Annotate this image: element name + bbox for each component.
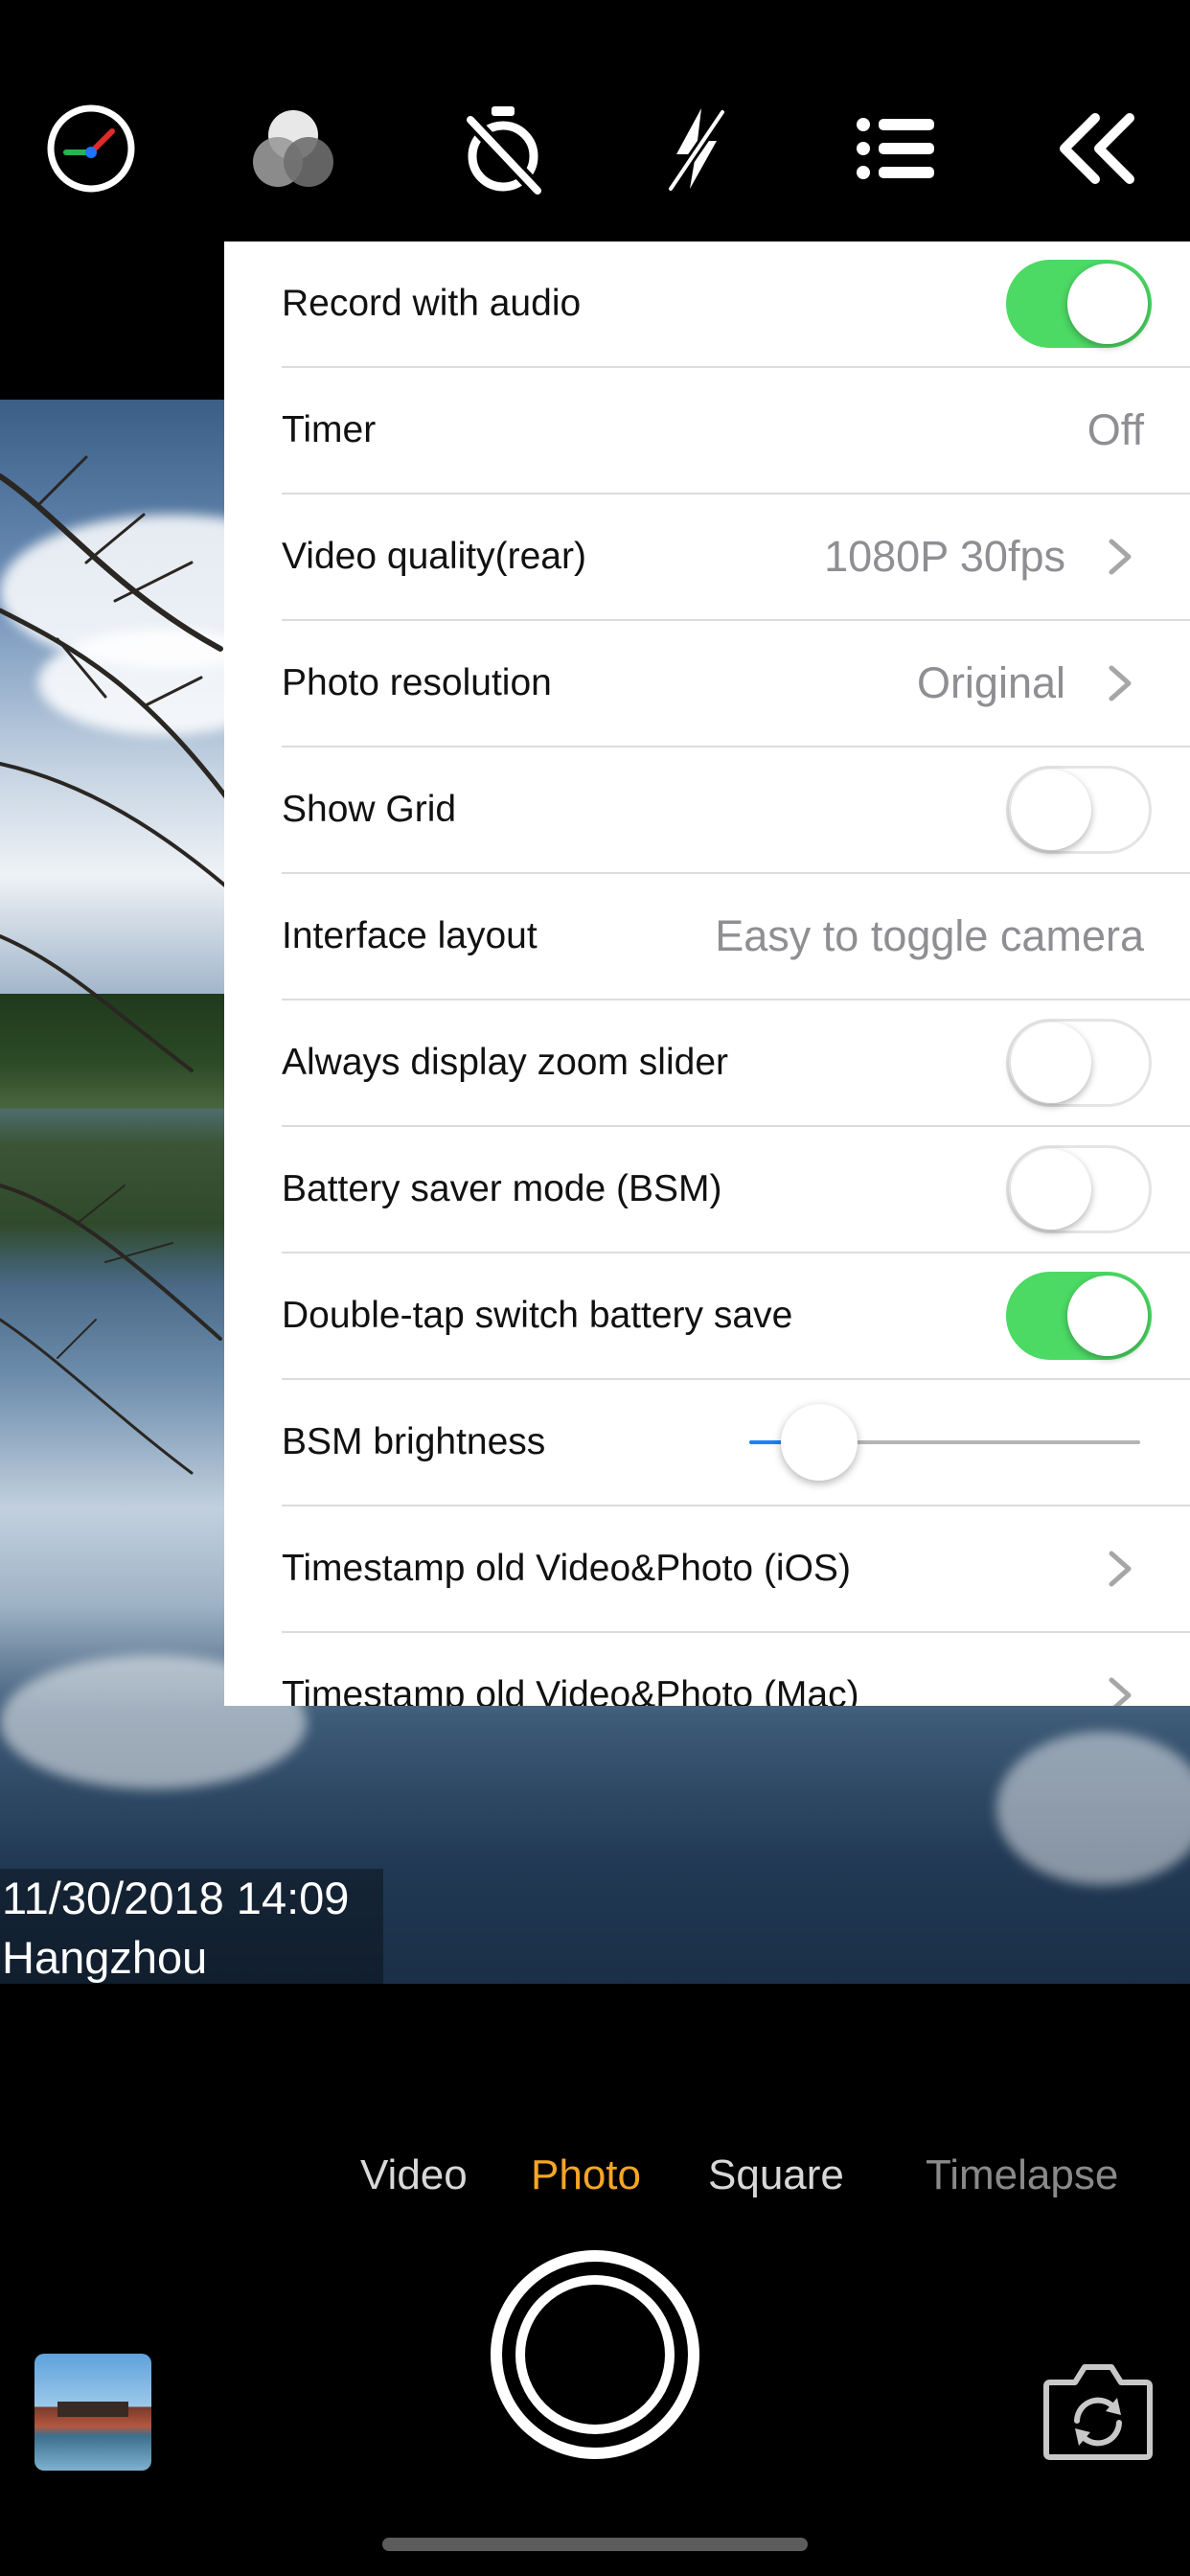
chevron-right-icon [1109,539,1132,575]
double-tap-toggle[interactable] [1006,1272,1152,1360]
setting-label: Timestamp old Video&Photo (Mac) [282,1674,859,1706]
setting-video-quality[interactable]: Video quality(rear) 1080P 30fps [282,494,1190,621]
setting-timer[interactable]: Timer Off [282,368,1190,494]
camera-flip-icon[interactable] [1041,2359,1156,2463]
speedometer-icon[interactable] [38,96,144,201]
setting-label: Record with audio [282,283,582,324]
timer-off-icon[interactable] [450,96,556,201]
photo-resolution-value: Original [916,658,1065,707]
setting-label: Timer [282,409,377,450]
photo-timestamp: 11/30/2018 14:09 Hangzhou [0,1869,383,1984]
setting-label: Timestamp old Video&Photo (iOS) [282,1548,851,1589]
settings-panel: Record with audio Timer Off Video qualit… [224,242,1190,1706]
toggle-knob [1067,1276,1148,1356]
last-photo-thumbnail[interactable] [34,2354,151,2471]
capture-mode-selector: Video Photo Square Timelapse [0,2137,1190,2214]
mode-photo[interactable]: Photo [531,2137,641,2214]
timestamp-location: Hangzhou [2,1932,208,1983]
thumbnail-image [57,2402,128,2417]
toggle-knob [1067,264,1148,344]
slider-thumb[interactable] [780,1404,858,1481]
setting-label: Photo resolution [282,662,552,703]
toggle-knob [1011,770,1091,850]
setting-label: Double-tap switch battery save [282,1295,793,1336]
setting-label: Video quality(rear) [282,536,586,577]
home-indicator[interactable] [382,2538,808,2551]
chevron-right-icon [1109,1551,1132,1587]
setting-interface-layout[interactable]: Interface layout Easy to toggle camera [282,874,1190,1000]
timestamp-date: 11/30/2018 14:09 [2,1873,350,1923]
setting-label: Show Grid [282,789,457,830]
show-grid-toggle[interactable] [1006,766,1152,854]
setting-show-grid: Show Grid [282,748,1190,874]
toggle-knob [1011,1023,1091,1103]
mode-video[interactable]: Video [360,2137,468,2214]
mode-timelapse[interactable]: Timelapse [926,2137,1118,2214]
setting-bsm-brightness: BSM brightness [282,1380,1190,1506]
setting-battery-saver: Battery saver mode (BSM) [282,1127,1190,1254]
collapse-icon[interactable] [1044,96,1150,201]
setting-label: Battery saver mode (BSM) [282,1168,722,1209]
setting-zoom-slider: Always display zoom slider [282,1000,1190,1127]
bare-tree-branches [0,455,241,1475]
flash-off-icon[interactable] [644,96,749,201]
chevron-right-icon [1109,665,1132,702]
toggle-knob [1011,1149,1091,1230]
setting-timestamp-mac[interactable]: Timestamp old Video&Photo (Mac) [282,1633,1190,1706]
setting-photo-resolution[interactable]: Photo resolution Original [282,621,1190,748]
chevron-right-icon [1109,1677,1132,1706]
battery-saver-toggle[interactable] [1006,1145,1152,1233]
timer-value: Off [1087,405,1144,454]
setting-label: Always display zoom slider [282,1042,729,1083]
list-menu-icon[interactable] [843,96,949,201]
setting-timestamp-ios[interactable]: Timestamp old Video&Photo (iOS) [282,1506,1190,1633]
setting-label: BSM brightness [282,1421,546,1462]
setting-double-tap: Double-tap switch battery save [282,1254,1190,1380]
shutter-inner-ring [515,2275,675,2434]
record-audio-toggle[interactable] [1006,260,1152,348]
color-filter-icon[interactable] [240,96,346,201]
zoom-slider-toggle[interactable] [1006,1019,1152,1107]
setting-label: Interface layout [282,915,538,956]
bsm-brightness-slider[interactable] [749,1404,1140,1481]
video-quality-value: 1080P 30fps [824,532,1065,581]
setting-record-audio: Record with audio [282,242,1190,368]
cloud-reflection [996,1732,1190,1885]
interface-layout-value: Easy to toggle camera [715,911,1144,960]
mode-square[interactable]: Square [708,2137,844,2214]
top-toolbar [0,0,1190,240]
shutter-button[interactable] [491,2250,699,2459]
